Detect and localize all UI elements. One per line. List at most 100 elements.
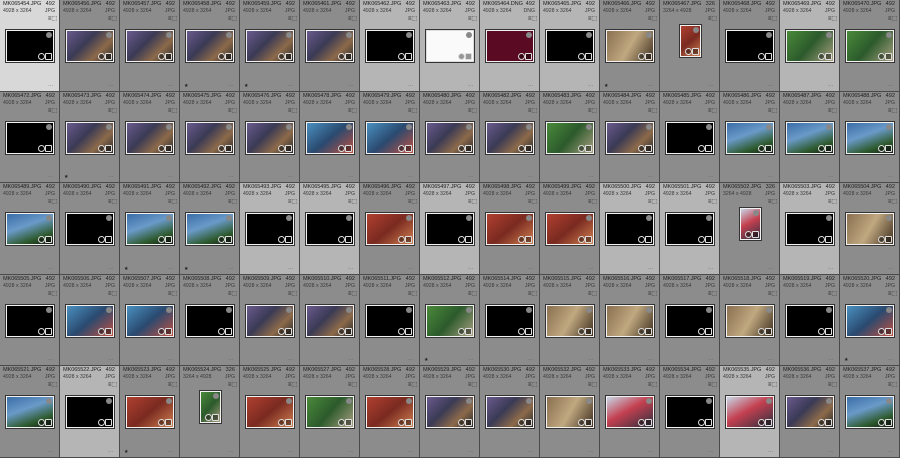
metadata-badge-icon[interactable]: ≡⬚ xyxy=(528,16,537,22)
flag-circle-icon[interactable] xyxy=(406,306,412,313)
thumbnail-image[interactable] xyxy=(546,304,594,337)
develop-badge-icon[interactable] xyxy=(878,419,885,427)
crop-badge-icon[interactable] xyxy=(105,327,112,335)
color-label-dots[interactable]: ··· xyxy=(468,266,473,272)
develop-badge-icon[interactable] xyxy=(38,236,45,244)
metadata-badge-icon[interactable]: ≡⬚ xyxy=(708,291,717,297)
thumbnail-image[interactable] xyxy=(126,396,174,429)
flag-circle-icon[interactable] xyxy=(226,306,232,313)
flag-circle-icon[interactable] xyxy=(706,215,712,222)
color-label-dots[interactable]: ··· xyxy=(768,449,773,455)
develop-badge-icon[interactable] xyxy=(458,144,465,152)
flag-circle-icon[interactable] xyxy=(766,306,772,313)
thumbnail-image[interactable] xyxy=(426,213,474,246)
color-label-dots[interactable]: ··· xyxy=(288,357,293,363)
grid-cell[interactable]: MK065501.JPG 492 4928 x 3264 JPG ≡⬚ ··· xyxy=(660,183,720,275)
grid-cell[interactable]: MK065504.JPG 492 4928 x 3264 JPG ≡⬚ ··· xyxy=(840,183,900,275)
flag-circle-icon[interactable] xyxy=(106,32,112,38)
develop-badge-icon[interactable] xyxy=(338,327,345,335)
color-label-dots[interactable]: ··· xyxy=(528,83,533,89)
develop-badge-icon[interactable] xyxy=(878,144,885,152)
crop-badge-icon[interactable] xyxy=(165,144,172,152)
thumbnail-image[interactable] xyxy=(6,213,54,246)
grid-cell[interactable]: MK065484.JPG 492 4928 x 3264 JPG ≡⬚ ··· xyxy=(600,91,660,184)
crop-badge-icon[interactable] xyxy=(645,327,652,335)
thumbnail-image[interactable] xyxy=(786,213,834,246)
flag-circle-icon[interactable] xyxy=(106,306,112,313)
grid-cell[interactable]: MK065510.JPG 492 4928 x 3264 JPG ≡⬚ ··· xyxy=(300,274,360,367)
develop-badge-icon[interactable] xyxy=(878,236,885,244)
grid-cell[interactable]: MK065514.JPG 492 4928 x 3264 JPG ≡⬚ ··· xyxy=(480,274,540,367)
flag-circle-icon[interactable] xyxy=(526,398,532,405)
color-label-dots[interactable]: ··· xyxy=(708,174,713,180)
flag-circle-icon[interactable] xyxy=(526,215,532,222)
develop-badge-icon[interactable] xyxy=(638,53,645,60)
crop-badge-icon[interactable] xyxy=(825,419,832,427)
crop-badge-icon[interactable] xyxy=(645,419,652,427)
flag-circle-icon[interactable] xyxy=(586,123,592,130)
thumbnail-image[interactable] xyxy=(786,304,834,337)
grid-cell[interactable]: MK065487.JPG 492 4928 x 3264 JPG ≡⬚ ··· xyxy=(780,91,840,184)
color-label-dots[interactable]: ··· xyxy=(288,83,293,89)
metadata-badge-icon[interactable]: ≡⬚ xyxy=(468,108,477,114)
flag-circle-icon[interactable] xyxy=(346,123,352,130)
develop-badge-icon[interactable] xyxy=(98,53,105,60)
thumbnail-image[interactable] xyxy=(126,304,174,337)
grid-cell[interactable]: MK065459.JPG 492 4928 x 3264 JPG ≡⬚ ★ ··· xyxy=(240,0,300,92)
develop-badge-icon[interactable] xyxy=(818,53,825,60)
color-label-dots[interactable]: ··· xyxy=(588,449,593,455)
flag-circle-icon[interactable] xyxy=(212,393,219,400)
develop-badge-icon[interactable] xyxy=(98,419,105,427)
metadata-badge-icon[interactable]: ≡⬚ xyxy=(408,291,417,297)
crop-badge-icon[interactable] xyxy=(885,144,892,152)
develop-badge-icon[interactable] xyxy=(218,236,225,244)
metadata-badge-icon[interactable]: ≡⬚ xyxy=(828,291,837,297)
thumbnail-image[interactable] xyxy=(306,213,354,246)
crop-badge-icon[interactable] xyxy=(585,419,592,427)
metadata-badge-icon[interactable]: ≡⬚ xyxy=(108,199,117,205)
develop-badge-icon[interactable] xyxy=(338,53,345,60)
thumbnail-image[interactable] xyxy=(426,304,474,337)
color-label-dots[interactable]: ··· xyxy=(348,449,353,455)
thumbnail-image[interactable] xyxy=(186,304,234,337)
grid-cell[interactable]: MK065464.DNG 492 4928 x 3264 DNG ≡⬚ ··· xyxy=(480,0,540,92)
thumbnail-image[interactable] xyxy=(546,396,594,429)
metadata-badge-icon[interactable]: ≡⬚ xyxy=(228,108,237,114)
metadata-badge-icon[interactable]: ≡⬚ xyxy=(468,16,477,22)
crop-badge-icon[interactable] xyxy=(525,419,532,427)
metadata-badge-icon[interactable]: ≡⬚ xyxy=(48,108,57,114)
metadata-badge-icon[interactable]: ≡⬚ xyxy=(408,16,417,22)
color-label-dots[interactable]: ··· xyxy=(408,357,413,363)
crop-badge-icon[interactable] xyxy=(45,53,52,60)
flag-circle-icon[interactable] xyxy=(586,398,592,405)
color-label-dots[interactable]: ··· xyxy=(888,174,893,180)
flag-circle-icon[interactable] xyxy=(166,398,172,405)
metadata-badge-icon[interactable]: ≡⬚ xyxy=(468,382,477,388)
metadata-badge-icon[interactable]: ≡⬚ xyxy=(528,291,537,297)
crop-badge-icon[interactable] xyxy=(165,236,172,244)
thumbnail-image[interactable] xyxy=(306,304,354,337)
thumbnail-image[interactable] xyxy=(246,304,294,337)
color-label-dots[interactable]: ··· xyxy=(588,266,593,272)
flag-circle-icon[interactable] xyxy=(646,32,652,38)
crop-badge-icon[interactable] xyxy=(885,419,892,427)
grid-cell[interactable]: MK065509.JPG 492 4928 x 3264 JPG ≡⬚ ··· xyxy=(240,274,300,367)
develop-badge-icon[interactable] xyxy=(398,236,405,244)
color-label-dots[interactable]: ··· xyxy=(768,83,773,89)
metadata-badge-icon[interactable]: ≡⬚ xyxy=(288,16,297,22)
thumbnail-image[interactable] xyxy=(846,30,894,62)
crop-badge-icon[interactable] xyxy=(345,53,352,60)
flag-circle-icon[interactable] xyxy=(526,123,532,130)
crop-badge-icon[interactable] xyxy=(225,144,232,152)
thumbnail-image[interactable] xyxy=(426,396,474,429)
metadata-badge-icon[interactable]: ≡⬚ xyxy=(288,199,297,205)
develop-badge-icon[interactable] xyxy=(758,144,765,152)
crop-badge-icon[interactable] xyxy=(345,144,352,152)
grid-cell[interactable]: MK065472.JPG 492 4928 x 3264 JPG ≡⬚ ··· xyxy=(0,91,60,184)
thumbnail-image[interactable] xyxy=(126,121,174,154)
color-label-dots[interactable]: ··· xyxy=(648,174,653,180)
color-label-dots[interactable]: ··· xyxy=(708,266,713,272)
color-label-dots[interactable]: ··· xyxy=(408,174,413,180)
grid-cell[interactable]: MK065508.JPG 492 4928 x 3264 JPG ≡⬚ ··· xyxy=(180,274,240,367)
develop-badge-icon[interactable] xyxy=(818,236,825,244)
